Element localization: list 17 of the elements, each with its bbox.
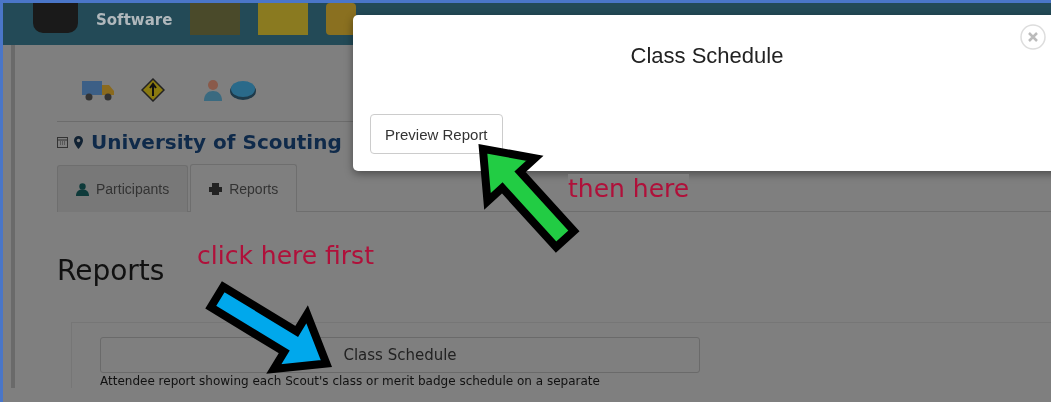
section-heading: Reports (57, 254, 165, 288)
road-sign-icon[interactable] (141, 78, 165, 102)
annotation-text: click here first (197, 241, 374, 270)
report-description: Attendee report showing each Scout's class or merit badge schedule on a separate (100, 374, 601, 388)
event-title: University of Scouting (91, 130, 342, 154)
calendar-icon (57, 136, 68, 148)
map-pin-icon (74, 135, 83, 149)
report-button[interactable]: Class Schedule (100, 337, 700, 373)
tab[interactable]: Participants (57, 165, 189, 212)
modal-title: Class Schedule (629, 43, 785, 69)
round-button-icon[interactable] (229, 79, 257, 101)
tab[interactable]: Reports (190, 164, 298, 212)
truck-icon[interactable] (81, 78, 115, 102)
close-icon[interactable] (1020, 24, 1046, 50)
person-icon (76, 182, 89, 196)
preview-report-button[interactable]: Preview Report (370, 114, 503, 154)
brand-text: Software (96, 11, 173, 29)
